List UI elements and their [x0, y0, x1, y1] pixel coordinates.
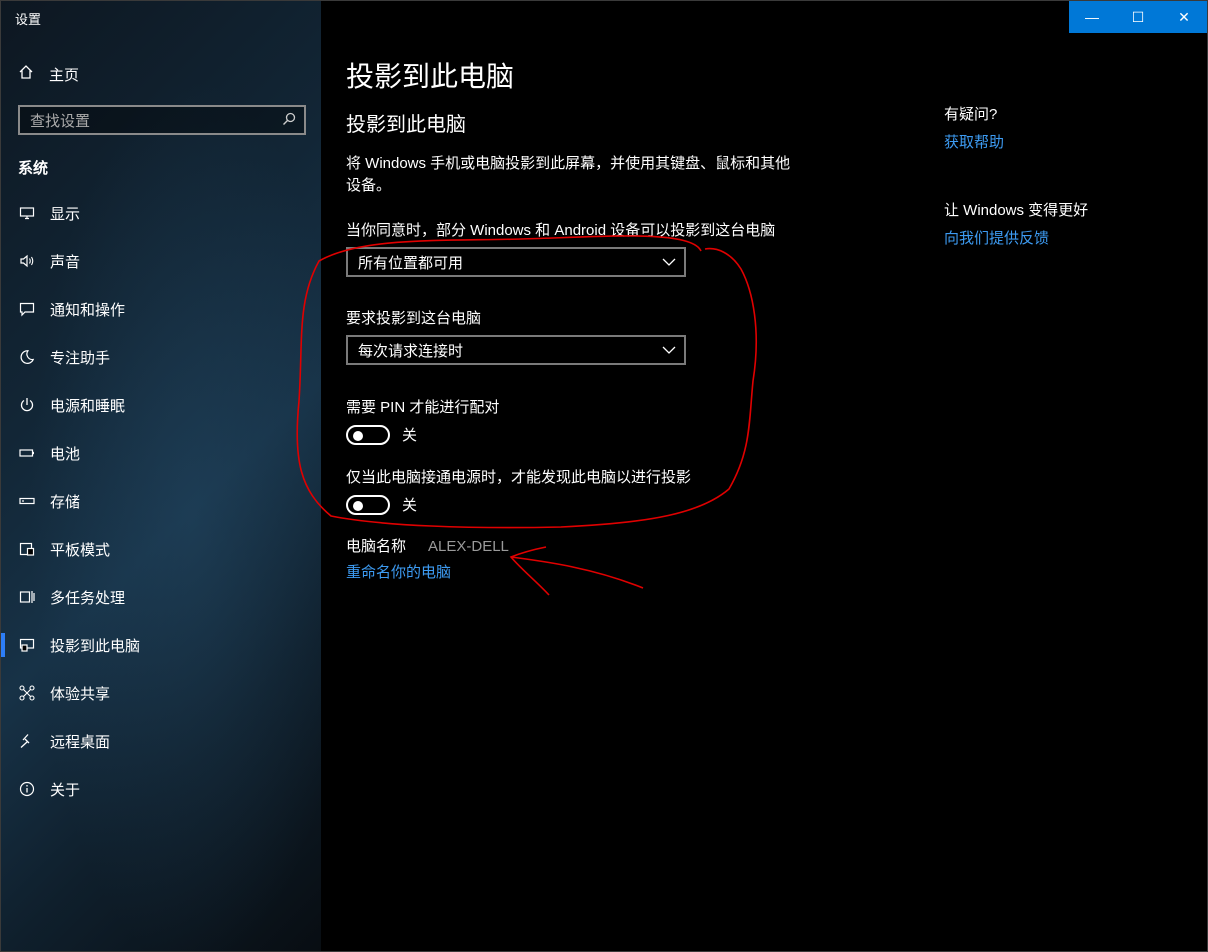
pc-name-label: 电脑名称 — [346, 538, 407, 555]
sidebar-item-focus-assist[interactable]: 专注助手 — [1, 333, 321, 381]
moon-icon — [18, 348, 36, 366]
search-input[interactable]: 查找设置 — [20, 110, 282, 131]
improve-heading: 让 Windows 变得更好 — [944, 202, 1089, 219]
sidebar-item-label: 多任务处理 — [50, 589, 126, 607]
projection-icon — [18, 636, 36, 654]
toggle-knob — [353, 500, 363, 511]
sidebar-item-label: 声音 — [50, 253, 81, 271]
sidebar-item-display[interactable]: 显示 — [1, 189, 321, 237]
pc-name-row: 电脑名称 ALEX-DELL — [346, 535, 509, 556]
home-nav-item[interactable]: 主页 — [17, 61, 79, 87]
sidebar-item-label: 存储 — [50, 493, 81, 511]
sidebar-item-sound[interactable]: 声音 — [1, 237, 321, 285]
sidebar-item-power-sleep[interactable]: 电源和睡眠 — [1, 381, 321, 429]
sidebar-item-about[interactable]: 关于 — [1, 765, 321, 813]
chevron-down-icon — [654, 258, 684, 266]
require-pin-state: 关 — [402, 427, 418, 444]
sidebar-item-label: 电源和睡眠 — [50, 397, 126, 415]
availability-dropdown[interactable]: 所有位置都可用 — [346, 247, 686, 277]
sidebar-item-project-to-pc[interactable]: 投影到此电脑 — [1, 621, 321, 669]
section-heading: 系统 — [18, 160, 49, 177]
battery-icon — [18, 444, 36, 462]
home-icon — [17, 64, 35, 84]
sidebar-item-label: 投影到此电脑 — [50, 637, 141, 655]
toggle-knob — [353, 430, 363, 441]
availability-value: 所有位置都可用 — [358, 254, 464, 272]
chevron-down-icon — [654, 346, 684, 354]
info-icon — [18, 780, 36, 798]
sidebar-item-label: 通知和操作 — [50, 301, 126, 319]
sidebar-item-storage[interactable]: 存储 — [1, 477, 321, 525]
power-only-toggle-row: 关 — [346, 494, 417, 515]
sidebar-item-label: 体验共享 — [50, 685, 111, 703]
search-box[interactable]: 查找设置 — [18, 105, 306, 135]
sound-icon — [18, 252, 36, 270]
annotation-arrow — [509, 546, 644, 596]
maximize-button[interactable]: ☐ — [1115, 1, 1161, 33]
sidebar-item-label: 关于 — [50, 781, 81, 799]
sidebar-item-notifications[interactable]: 通知和操作 — [1, 285, 321, 333]
power-only-label: 仅当此电脑接通电源时，才能发现此电脑以进行投影 — [346, 469, 692, 486]
sidebar-item-tablet-mode[interactable]: 平板模式 — [1, 525, 321, 573]
sidebar: 设置 主页 查找设置 系统 显示 声音 通知和操作 专注助手 电源和睡眠 电池 … — [1, 1, 321, 951]
power-only-toggle[interactable] — [346, 494, 390, 515]
ask-to-project-label: 要求投影到这台电脑 — [346, 310, 482, 327]
ask-to-project-value: 每次请求连接时 — [358, 342, 464, 360]
require-pin-label: 需要 PIN 才能进行配对 — [346, 399, 500, 416]
sidebar-item-label: 平板模式 — [50, 541, 111, 559]
power-icon — [18, 396, 36, 414]
feedback-link[interactable]: 向我们提供反馈 — [944, 227, 1049, 248]
availability-label: 当你同意时，部分 Windows 和 Android 设备可以投影到这台电脑 — [346, 222, 776, 239]
window-controls: — ☐ ✕ — [1069, 1, 1207, 33]
share-icon — [18, 684, 36, 702]
pc-name-value: ALEX-DELL — [428, 538, 509, 555]
sidebar-item-shared-experiences[interactable]: 体验共享 — [1, 669, 321, 717]
search-icon[interactable] — [282, 112, 304, 129]
sidebar-nav: 显示 声音 通知和操作 专注助手 电源和睡眠 电池 存储 平板模式 多任务处理 … — [1, 189, 321, 813]
settings-window: 设置 主页 查找设置 系统 显示 声音 通知和操作 专注助手 电源和睡眠 电池 … — [0, 0, 1208, 952]
tablet-icon — [18, 540, 36, 558]
power-only-state: 关 — [402, 497, 418, 514]
home-label: 主页 — [49, 66, 80, 84]
sidebar-item-label: 显示 — [50, 205, 81, 223]
rename-pc-link[interactable]: 重命名你的电脑 — [346, 561, 451, 582]
sidebar-item-multitasking[interactable]: 多任务处理 — [1, 573, 321, 621]
storage-icon — [18, 492, 36, 510]
sidebar-item-battery[interactable]: 电池 — [1, 429, 321, 477]
sidebar-item-remote-desktop[interactable]: 远程桌面 — [1, 717, 321, 765]
require-pin-toggle[interactable] — [346, 424, 390, 445]
sidebar-item-label: 电池 — [50, 445, 81, 463]
section-title: 投影到此电脑 — [346, 114, 466, 136]
sidebar-item-label: 专注助手 — [50, 349, 111, 367]
display-icon — [18, 204, 36, 222]
minimize-button[interactable]: — — [1069, 1, 1115, 33]
question-heading: 有疑问? — [944, 106, 998, 123]
sidebar-item-label: 远程桌面 — [50, 733, 111, 751]
multitask-icon — [18, 588, 36, 606]
description: 将 Windows 手机或电脑投影到此屏幕，并使用其键盘、鼠标和其他设备。 — [346, 155, 791, 194]
ask-to-project-dropdown[interactable]: 每次请求连接时 — [346, 335, 686, 365]
page-title: 投影到此电脑 — [346, 61, 515, 92]
app-title: 设置 — [15, 12, 42, 27]
require-pin-toggle-row: 关 — [346, 424, 417, 445]
notification-icon — [18, 300, 36, 318]
get-help-link[interactable]: 获取帮助 — [944, 131, 1004, 152]
close-button[interactable]: ✕ — [1161, 1, 1207, 33]
remote-desktop-icon — [18, 732, 36, 750]
